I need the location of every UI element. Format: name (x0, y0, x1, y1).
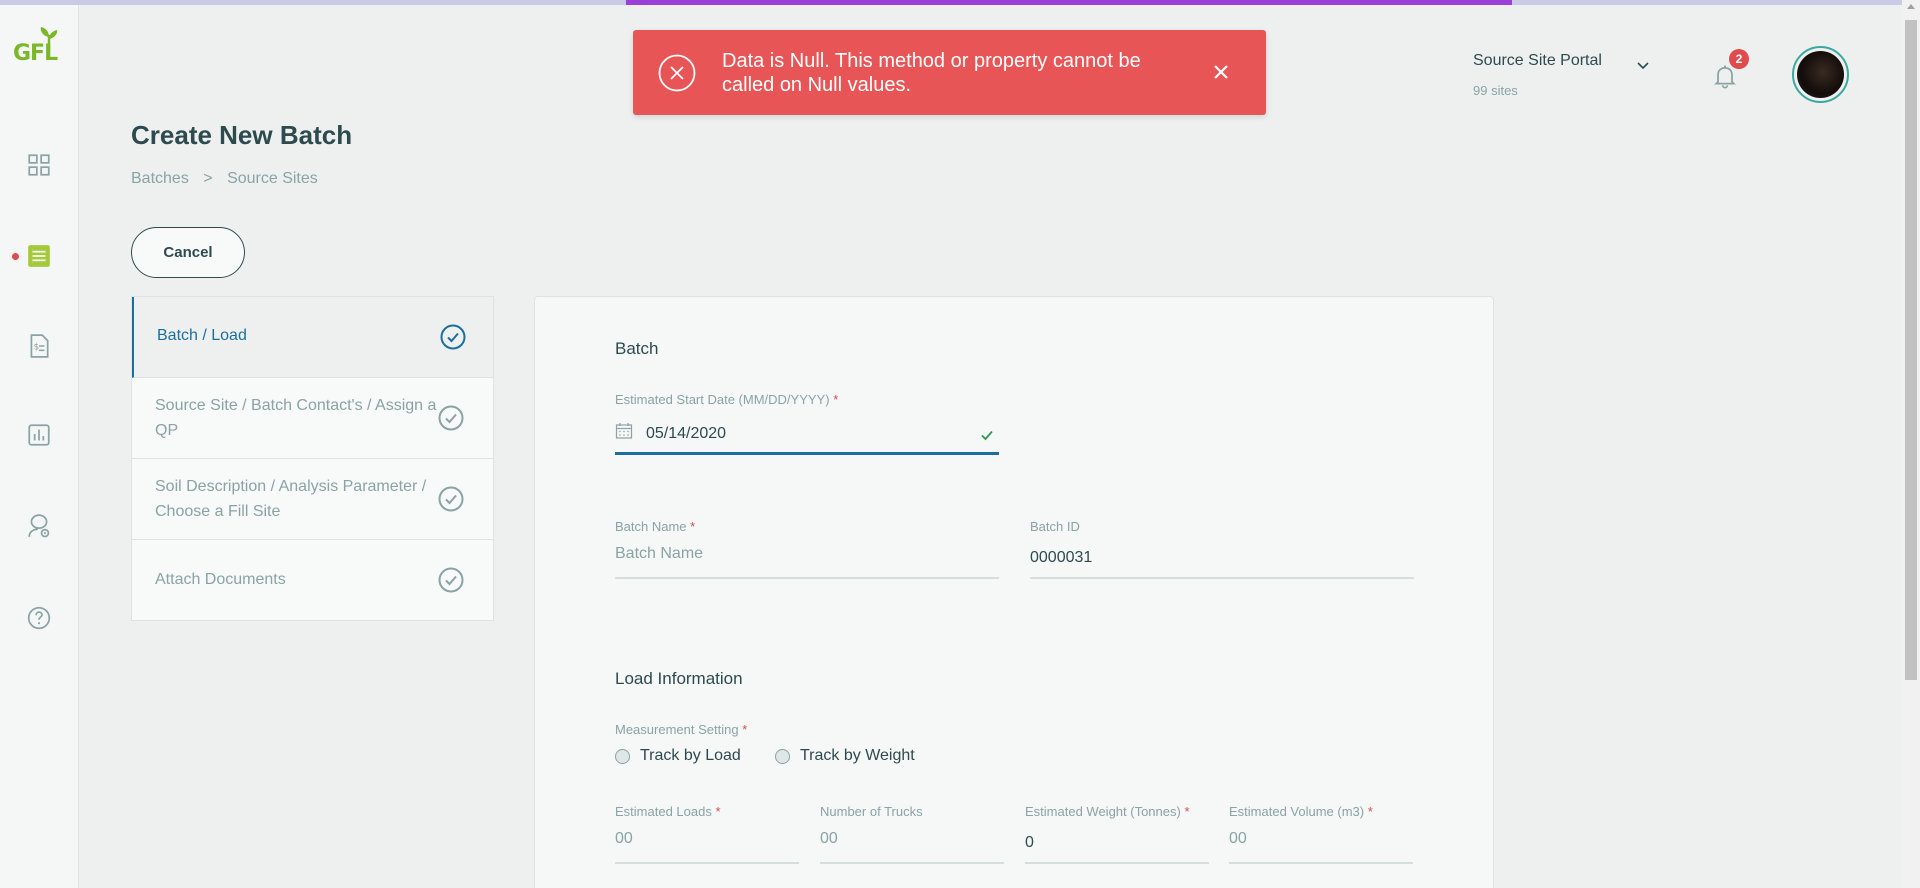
left-nav: GFL $ (0, 5, 79, 888)
portal-selector[interactable]: Source Site Portal 99 sites (1473, 52, 1602, 98)
page-loading-bar (0, 0, 1920, 5)
step-batch-load[interactable]: Batch / Load (132, 297, 493, 378)
step-soil-description[interactable]: Soil Description / Analysis Parameter / … (132, 459, 493, 540)
est-weight-label: Estimated Weight (Tonnes) * (1025, 804, 1190, 819)
est-weight-label-text: Estimated Weight (Tonnes) (1025, 804, 1181, 819)
batch-name-label: Batch Name * (615, 519, 695, 534)
check-circle-icon (440, 324, 466, 350)
est-volume-label: Estimated Volume (m3) * (1229, 804, 1373, 819)
step-source-site[interactable]: Source Site / Batch Contact's / Assign a… (132, 378, 493, 459)
step-label: Attach Documents (155, 571, 286, 588)
measurement-label-text: Measurement Setting (615, 722, 739, 737)
invoice-icon[interactable]: $ (26, 333, 52, 359)
required-mark: * (1367, 804, 1373, 819)
start-date-label-text: Estimated Start Date (MM/DD/YYYY) (615, 392, 830, 407)
check-circle-icon (438, 567, 464, 593)
est-volume-input[interactable]: 00 (1229, 830, 1413, 864)
breadcrumb-separator: > (203, 170, 213, 187)
error-circle-icon (658, 54, 696, 92)
required-mark: * (690, 519, 696, 534)
track-by-weight-label: Track by Weight (800, 747, 915, 764)
logo-text: GFL (13, 41, 58, 66)
toast-message: Data is Null. This method or property ca… (722, 50, 1141, 96)
help-icon[interactable] (26, 605, 52, 631)
avatar[interactable] (1792, 46, 1849, 103)
track-by-weight-radio[interactable]: Track by Weight (775, 747, 915, 765)
page-scrollbar[interactable] (1902, 0, 1920, 888)
reports-icon[interactable] (26, 422, 52, 448)
start-date-value: 05/14/2020 (646, 425, 727, 442)
batch-id-field: 0000031 (1030, 545, 1414, 579)
check-circle-icon (438, 486, 464, 512)
est-volume-label-text: Estimated Volume (m3) (1229, 804, 1365, 819)
est-volume-placeholder: 00 (1229, 830, 1247, 847)
breadcrumb-batches-link[interactable]: Batches (131, 170, 189, 187)
page-title: Create New Batch (131, 120, 353, 150)
valid-check-icon (981, 430, 993, 441)
breadcrumb: Batches > Source Sites (131, 170, 328, 188)
dashboard-icon[interactable] (26, 152, 52, 178)
trucks-placeholder: 00 (820, 830, 838, 847)
step-label: Soil Description / Analysis Parameter / … (155, 478, 427, 520)
svg-text:$: $ (34, 342, 40, 352)
batch-form-card: Batch Estimated Start Date (MM/DD/YYYY) … (534, 296, 1494, 888)
est-loads-input[interactable]: 00 (615, 830, 799, 864)
batch-id-label: Batch ID (1030, 519, 1080, 534)
batch-id-value: 0000031 (1030, 549, 1093, 566)
est-weight-value: 0 (1025, 834, 1034, 851)
chevron-down-icon[interactable] (1635, 58, 1651, 74)
track-by-load-label: Track by Load (640, 747, 741, 764)
required-mark: * (1184, 804, 1190, 819)
portal-name: Source Site Portal (1473, 52, 1602, 69)
start-date-label: Estimated Start Date (MM/DD/YYYY) * (615, 392, 838, 407)
track-by-load-radio[interactable]: Track by Load (615, 747, 741, 765)
batch-name-placeholder: Batch Name (615, 545, 704, 562)
step-label: Batch / Load (157, 327, 247, 344)
step-attach-documents[interactable]: Attach Documents (132, 540, 493, 621)
step-label: Source Site / Batch Contact's / Assign a… (155, 397, 437, 439)
active-indicator-dot (12, 253, 19, 260)
scroll-up-arrow[interactable] (1907, 4, 1915, 9)
load-section-title: Load Information (615, 669, 743, 688)
cancel-button[interactable]: Cancel (131, 227, 245, 278)
gfl-logo[interactable]: GFL (13, 27, 65, 77)
required-mark: * (715, 804, 721, 819)
notification-badge: 2 (1729, 49, 1749, 69)
check-circle-icon (438, 405, 464, 431)
est-weight-input[interactable]: 0 (1025, 830, 1209, 864)
settings-user-icon[interactable] (26, 513, 52, 539)
start-date-field[interactable]: 05/14/2020 (615, 419, 999, 455)
radio-circle[interactable] (615, 748, 630, 764)
trucks-input[interactable]: 00 (820, 830, 1004, 864)
radio-circle[interactable] (775, 748, 790, 764)
required-mark: * (833, 392, 839, 407)
calendar-icon[interactable] (615, 422, 633, 440)
batch-name-label-text: Batch Name (615, 519, 687, 534)
trucks-label: Number of Trucks (820, 804, 923, 819)
est-loads-placeholder: 00 (615, 830, 633, 847)
wizard-steps: Batch / Load Source Site / Batch Contact… (131, 296, 494, 621)
portal-site-count: 99 sites (1473, 83, 1518, 98)
error-toast: Data is Null. This method or property ca… (633, 30, 1266, 115)
batches-icon[interactable] (26, 243, 52, 269)
est-loads-label: Estimated Loads * (615, 804, 721, 819)
measurement-label: Measurement Setting * (615, 722, 747, 737)
loading-bar-fill (626, 0, 1512, 5)
batch-name-input[interactable]: Batch Name (615, 545, 999, 579)
breadcrumb-source-sites-link[interactable]: Source Sites (227, 170, 318, 187)
avatar-photo (1797, 51, 1844, 98)
est-loads-label-text: Estimated Loads (615, 804, 712, 819)
batch-section-title: Batch (615, 339, 659, 358)
scrollbar-thumb[interactable] (1905, 20, 1917, 680)
close-icon[interactable] (1209, 60, 1233, 84)
required-mark: * (742, 722, 748, 737)
